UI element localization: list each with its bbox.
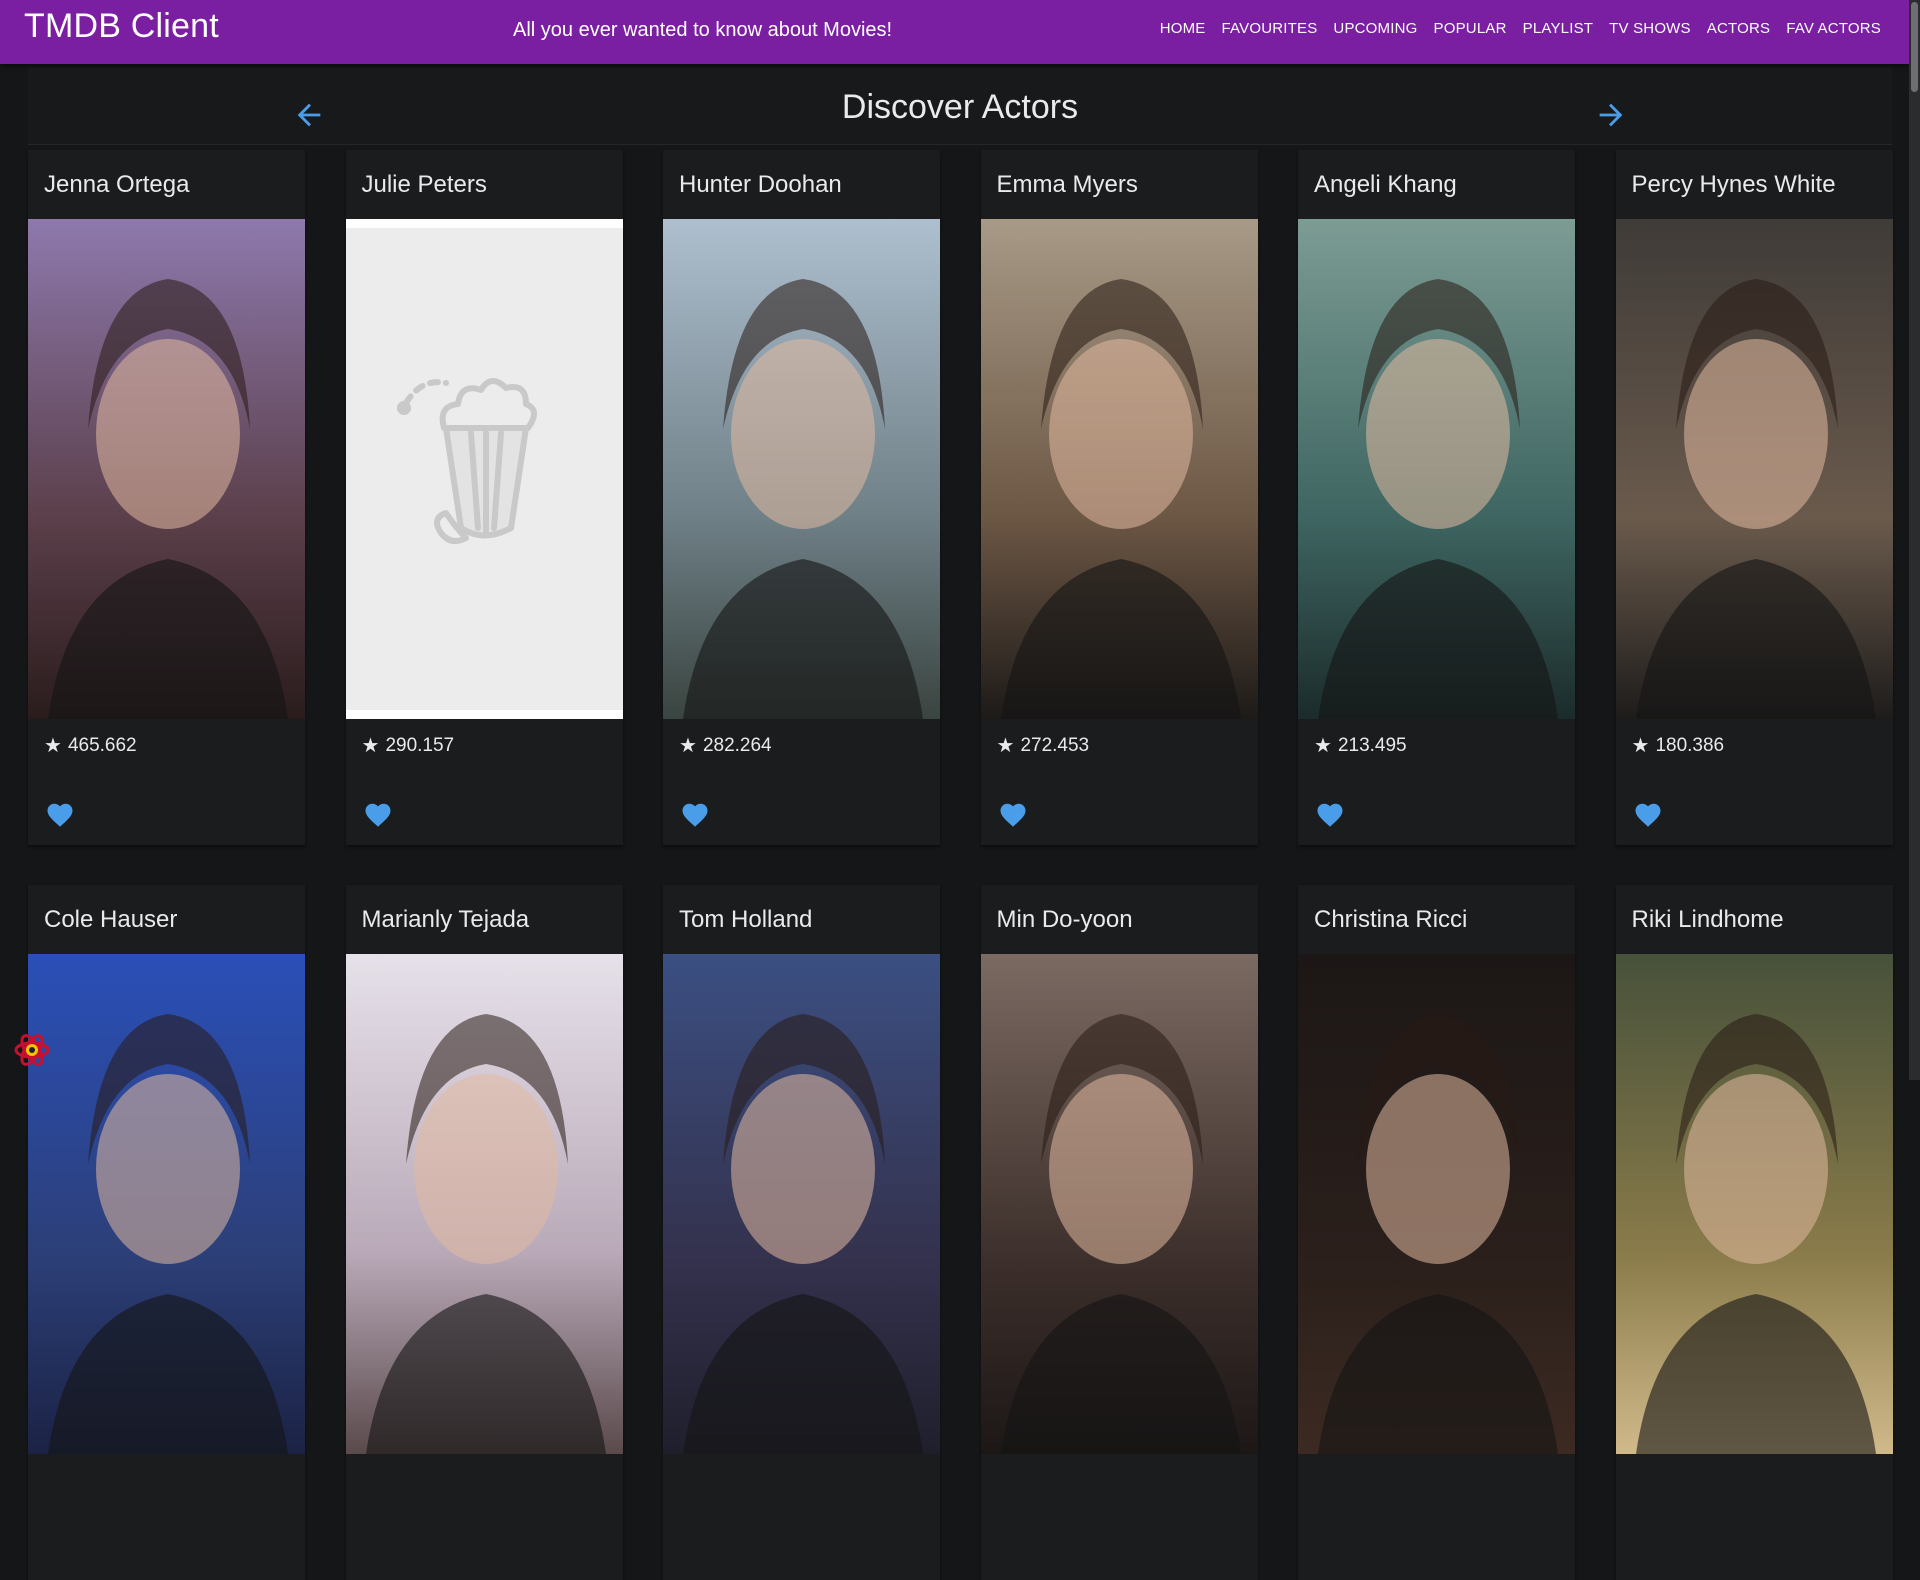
actor-name: Emma Myers — [996, 171, 1138, 198]
actor-popularity: ★ 465.662 — [44, 733, 137, 758]
popcorn-icon — [396, 378, 537, 545]
popularity-value: 290.157 — [385, 734, 455, 756]
star-icon: ★ — [44, 735, 62, 757]
actor-card[interactable]: Min Do-yoon — [980, 885, 1258, 1580]
add-to-favourites-button[interactable] — [679, 800, 711, 830]
add-to-favourites-button[interactable] — [997, 800, 1029, 830]
actor-card[interactable]: Angeli Khang ★ 213.495 — [1298, 150, 1575, 845]
star-icon: ★ — [1631, 735, 1650, 757]
actor-image[interactable] — [345, 954, 623, 1454]
heart-icon — [682, 803, 708, 827]
nav-popular[interactable]: POPULAR — [1426, 20, 1515, 37]
app-bar: TMDB Client All you ever wanted to know … — [0, 0, 1909, 64]
actor-card[interactable]: Emma Myers ★ 272.453 — [980, 150, 1258, 845]
heart-icon — [1317, 803, 1343, 827]
heart-icon — [1635, 803, 1660, 827]
actor-image[interactable] — [1615, 219, 1893, 719]
actor-image[interactable] — [1298, 219, 1575, 719]
nav-playlist[interactable]: PLAYLIST — [1515, 20, 1602, 37]
main-nav: HOME FAVOURITES UPCOMING POPULAR PLAYLIS… — [1152, 20, 1889, 37]
actor-image[interactable] — [345, 219, 623, 719]
actor-photo — [28, 219, 305, 719]
actor-card[interactable]: Tom Holland — [663, 885, 940, 1580]
add-to-favourites-button[interactable] — [1632, 800, 1664, 830]
actor-photo — [1615, 954, 1893, 1454]
nav-favourites[interactable]: FAVOURITES — [1214, 20, 1326, 37]
actor-photo — [663, 219, 940, 719]
scrollbar[interactable] — [1909, 0, 1920, 1080]
nav-actors[interactable]: ACTORS — [1699, 20, 1778, 37]
heart-icon — [365, 803, 390, 827]
popularity-value: 282.264 — [702, 734, 772, 756]
actor-card[interactable]: Julie Peters ★ 290.157 — [345, 150, 623, 845]
actor-card[interactable]: Percy Hynes White ★ 180.386 — [1615, 150, 1893, 845]
scrollbar-thumb[interactable] — [1911, 2, 1918, 92]
star-icon: ★ — [1314, 735, 1332, 757]
actor-photo — [663, 954, 940, 1454]
popularity-value: 213.495 — [1337, 734, 1407, 756]
actor-name: Tom Holland — [679, 906, 813, 933]
nav-tv-shows[interactable]: TV SHOWS — [1601, 20, 1699, 37]
actor-card[interactable]: Riki Lindhome — [1615, 885, 1893, 1580]
actor-popularity: ★ 290.157 — [362, 733, 455, 758]
actor-photo — [980, 219, 1258, 719]
actor-image[interactable] — [663, 954, 940, 1454]
actor-photo — [1298, 954, 1575, 1454]
actor-image[interactable] — [28, 219, 305, 719]
actor-name: Christina Ricci — [1314, 906, 1468, 933]
actor-photo — [1298, 219, 1575, 719]
nav-home[interactable]: HOME — [1152, 20, 1214, 37]
popularity-value: 180.386 — [1655, 734, 1725, 756]
actor-name: Marianly Tejada — [361, 906, 530, 933]
star-icon: ★ — [361, 735, 380, 757]
heart-icon — [1000, 803, 1025, 827]
actor-name: Angeli Khang — [1314, 171, 1457, 198]
actor-photo — [345, 954, 623, 1454]
nav-fav-actors[interactable]: FAV ACTORS — [1778, 20, 1889, 37]
actor-photo — [1615, 219, 1893, 719]
actor-image[interactable] — [980, 219, 1258, 719]
actor-popularity: ★ 272.453 — [997, 733, 1090, 758]
arrow-right-icon — [1599, 103, 1623, 127]
actor-image[interactable] — [980, 954, 1258, 1454]
actor-name: Riki Lindhome — [1631, 906, 1784, 933]
actor-card[interactable]: Jenna Ortega ★ 465.662 — [28, 150, 305, 845]
star-icon: ★ — [679, 735, 697, 757]
actor-image[interactable] — [1615, 954, 1893, 1454]
actor-card[interactable]: Hunter Doohan ★ 282.264 — [663, 150, 940, 845]
popularity-value: 465.662 — [67, 734, 137, 756]
actor-image[interactable] — [28, 954, 305, 1454]
add-to-favourites-button[interactable] — [44, 800, 76, 830]
actor-image[interactable] — [663, 219, 940, 719]
actor-name: Cole Hauser — [44, 906, 178, 933]
actor-photo — [28, 954, 305, 1454]
actor-name: Julie Peters — [361, 171, 487, 198]
actor-popularity: ★ 213.495 — [1314, 733, 1407, 758]
add-to-favourites-button[interactable] — [1314, 800, 1346, 830]
heart-icon — [47, 803, 73, 827]
actor-name: Jenna Ortega — [44, 171, 190, 198]
star-icon: ★ — [996, 735, 1015, 757]
popularity-value: 272.453 — [1020, 734, 1090, 756]
app-tagline: All you ever wanted to know about Movies… — [513, 19, 893, 41]
actor-popularity: ★ 282.264 — [679, 733, 772, 758]
actor-popularity: ★ 180.386 — [1632, 733, 1725, 758]
image-placeholder — [345, 219, 623, 719]
react-query-devtools-icon[interactable] — [12, 1030, 52, 1070]
app-title[interactable]: TMDB Client — [24, 7, 219, 46]
actor-name: Percy Hynes White — [1631, 171, 1836, 198]
add-to-favourites-button[interactable] — [362, 800, 394, 830]
actor-image[interactable] — [1298, 954, 1575, 1454]
actor-photo — [980, 954, 1258, 1454]
actor-card[interactable]: Cole Hauser — [28, 885, 305, 1580]
page-header: Discover Actors — [28, 68, 1892, 145]
nav-upcoming[interactable]: UPCOMING — [1325, 20, 1425, 37]
actor-name: Min Do-yoon — [996, 906, 1133, 933]
actor-card[interactable]: Marianly Tejada — [345, 885, 623, 1580]
next-page-button[interactable] — [1594, 98, 1628, 132]
actor-name: Hunter Doohan — [679, 171, 842, 198]
actor-card[interactable]: Christina Ricci — [1298, 885, 1575, 1580]
actor-grid: Jenna Ortega ★ 465.662 Julie Peters ★ 29… — [28, 150, 1893, 1580]
